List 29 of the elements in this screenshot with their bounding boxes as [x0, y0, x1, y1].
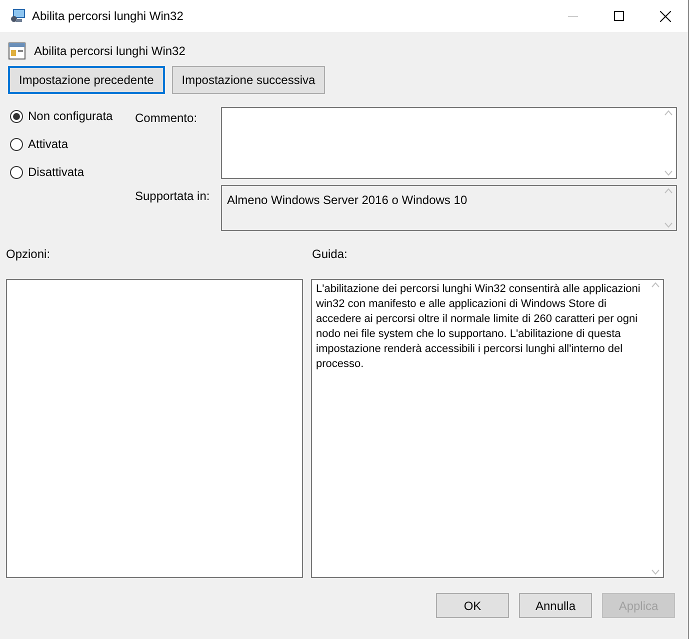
- scroll-up-icon[interactable]: [650, 282, 660, 288]
- dialog-button[interactable]: OK: [436, 593, 509, 618]
- policy-icon: [8, 42, 26, 60]
- nav-button[interactable]: Impostazione precedente: [8, 66, 165, 94]
- help-label: Guida:: [312, 246, 348, 263]
- scroll-down-icon[interactable]: [664, 170, 672, 176]
- computer-icon: [10, 8, 26, 24]
- dialog-button[interactable]: Annulla: [519, 593, 592, 618]
- radio-label[interactable]: Non configurata: [28, 107, 113, 125]
- help-text: L'abilitazione dei percorsi lunghi Win32 consentirà alle applicazioni win32 con manifesto e alle applicazioni di Windows Store di accedere ai percorsi oltre il normale limite di 260 caratteri per ogni nodo nei file system che lo supportano. L'abilitazione di questa impostazione renderà accessibili i percorsi lunghi all'interno del processo.: [315, 282, 642, 372]
- scroll-down-icon[interactable]: [650, 569, 660, 575]
- window-title: Abilita percorsi lunghi Win32: [32, 8, 184, 25]
- radio-button[interactable]: [10, 166, 23, 178]
- radio-button[interactable]: [10, 110, 23, 122]
- scroll-up-icon[interactable]: [664, 188, 672, 194]
- comment-label: Commento:: [135, 110, 198, 127]
- scroll-up-icon[interactable]: [664, 110, 672, 116]
- comment-field[interactable]: [221, 107, 677, 179]
- radio-button[interactable]: [10, 138, 23, 150]
- radio-label[interactable]: Disattivata: [28, 163, 84, 181]
- radio-label[interactable]: Attivata: [28, 135, 68, 153]
- maximize-icon: [614, 11, 624, 21]
- policy-title: Abilita percorsi lunghi Win32: [34, 43, 186, 60]
- scroll-down-icon[interactable]: [664, 222, 672, 228]
- nav-button[interactable]: Impostazione successiva: [172, 66, 326, 94]
- supported-label: Supportata in:: [135, 188, 211, 205]
- supported-value: Almeno Windows Server 2016 o Windows 10: [226, 192, 468, 209]
- options-label: Opzioni:: [6, 246, 52, 263]
- close-icon: [660, 10, 670, 22]
